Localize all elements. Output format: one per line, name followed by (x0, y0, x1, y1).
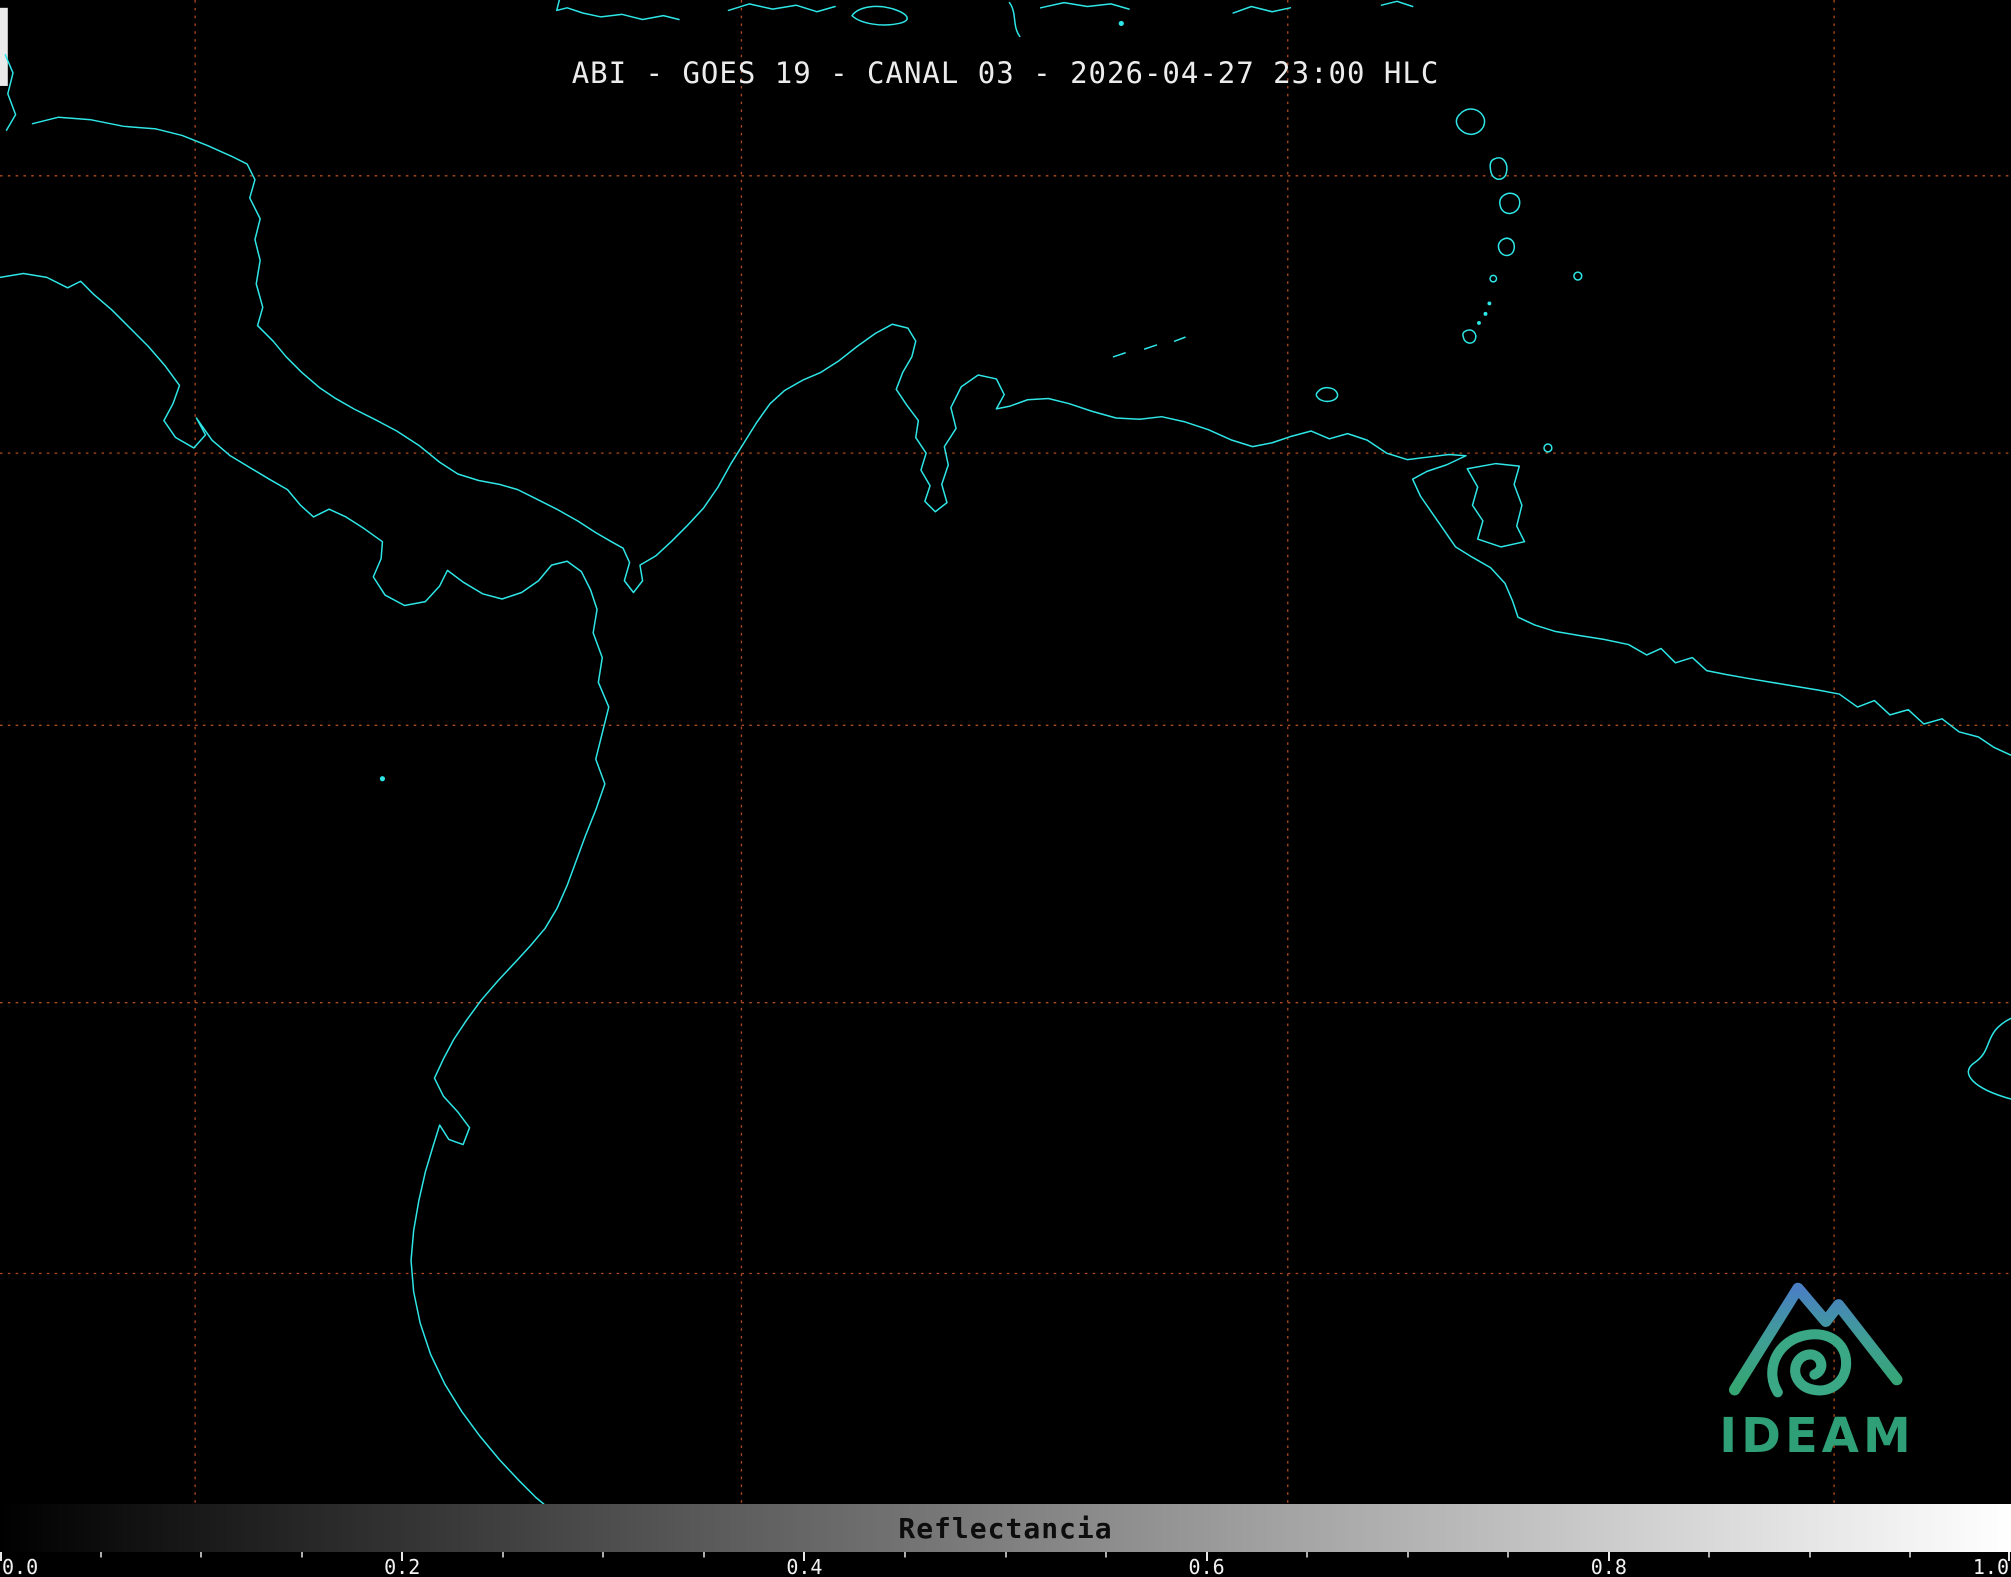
island-outline (1544, 444, 1552, 452)
colorbar-label: Reflectancia (898, 1512, 1112, 1545)
ideam-logo: IDEAM (1709, 1258, 1925, 1460)
tick-label: 0.6 (1189, 1557, 1225, 1577)
island-outline (1316, 388, 1337, 402)
island-outline (1500, 193, 1520, 213)
island-outline (1113, 353, 1125, 357)
island-outline (1175, 337, 1185, 341)
coastline-caribbean (33, 117, 2011, 755)
tick-label: 1.0 (1973, 1557, 2009, 1577)
colorbar-axis: 0.0 0.2 0.4 0.6 0.8 1.0 (0, 1552, 2011, 1577)
island-outline (1467, 464, 1524, 547)
island-outline (852, 6, 907, 25)
island-outline (1574, 272, 1582, 280)
mountain-spiral-icon (1722, 1258, 1912, 1410)
tick-label: 0.8 (1591, 1557, 1627, 1577)
coastline-fragment (1968, 1018, 2011, 1099)
island-outline (1490, 275, 1497, 282)
island-outline (1463, 330, 1476, 343)
coastline-fragment (1041, 3, 1129, 10)
island-outline (1490, 158, 1507, 179)
coastline-fragment (1381, 1, 1412, 6)
map-area: ABI - GOES 19 - CANAL 03 - 2026-04-27 23… (0, 0, 2011, 1504)
tick-label: 0.2 (384, 1557, 420, 1577)
coastline-pacific (0, 273, 609, 1504)
tick-label: 0.4 (786, 1557, 822, 1577)
coastline-fragment (1009, 3, 1019, 37)
edge-artifact (0, 8, 8, 86)
colorbar: Reflectancia (0, 1504, 2011, 1552)
island-outline (1456, 109, 1484, 134)
island-outline (1498, 238, 1514, 255)
tick-label: 0.0 (2, 1557, 38, 1577)
coastline-fragment (728, 4, 835, 12)
island-outline (1145, 345, 1157, 349)
ideam-wordmark: IDEAM (1709, 1412, 1925, 1460)
image-title: ABI - GOES 19 - CANAL 03 - 2026-04-27 23… (572, 56, 1440, 90)
coastline-fragment (1233, 7, 1290, 14)
tick-marks (0, 1552, 2011, 1561)
coastline-fragment (557, 0, 679, 20)
satellite-image-viewport: ABI - GOES 19 - CANAL 03 - 2026-04-27 23… (0, 0, 2011, 1577)
